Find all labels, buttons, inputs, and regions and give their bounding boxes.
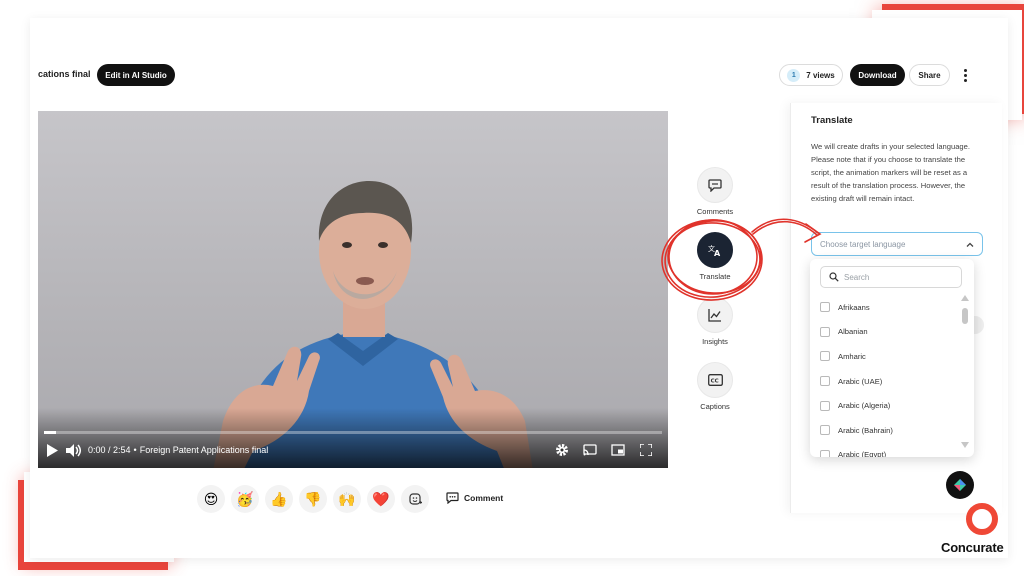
reactions-bar: 😍 🥳 👍 👎 🙌 ❤️	[197, 485, 429, 513]
translate-label: Translate	[699, 272, 731, 281]
language-option[interactable]: Arabic (Bahrain)	[820, 418, 958, 443]
comment-bubble-icon	[446, 492, 459, 504]
heart-icon[interactable]: ❤️	[367, 485, 395, 513]
video-progress-bar[interactable]	[44, 431, 662, 434]
chevron-up-icon	[966, 240, 974, 249]
views-badge: 1	[787, 68, 801, 82]
settings-gear-icon[interactable]	[554, 442, 570, 458]
cast-icon[interactable]	[582, 442, 598, 458]
comment-button[interactable]: Comment	[438, 485, 511, 511]
comments-label: Comments	[696, 207, 734, 216]
language-label: Arabic (Egypt)	[838, 450, 887, 457]
add-reaction-icon[interactable]	[401, 485, 429, 513]
video-progress-fill	[44, 431, 57, 434]
video-controls: 0:00 / 2:54 • Foreign Patent Application…	[44, 441, 660, 459]
target-language-placeholder: Choose target language	[820, 239, 906, 249]
thumbs-up-icon[interactable]: 👍	[265, 485, 293, 513]
search-placeholder: Search	[844, 272, 870, 282]
fullscreen-icon[interactable]	[638, 442, 654, 458]
video-title: cations final	[38, 69, 91, 79]
language-option[interactable]: Afrikaans	[820, 295, 958, 320]
language-label: Afrikaans	[838, 302, 870, 312]
language-dropdown: Search Afrikaans Albanian Amharic Arabic (U…	[810, 259, 974, 457]
language-option[interactable]: Arabic (Egypt)	[820, 443, 958, 457]
language-checkbox[interactable]	[820, 351, 830, 362]
captions-cc-icon: CC	[697, 362, 733, 398]
language-option[interactable]: Albanian	[820, 320, 958, 345]
language-checkbox[interactable]	[820, 400, 830, 411]
dropdown-scrollbar-thumb[interactable]	[962, 308, 968, 324]
thumbs-down-icon[interactable]: 👎	[299, 485, 327, 513]
raised-hands-icon[interactable]: 🙌	[333, 485, 361, 513]
language-label: Arabic (Bahrain)	[838, 425, 893, 435]
language-label: Arabic (Algeria)	[838, 401, 891, 411]
screenshot-stage: cations final Edit in AI Studio 1 7 view…	[0, 0, 1024, 576]
views-label: 7 views	[806, 70, 835, 80]
language-option[interactable]: Amharic	[820, 344, 958, 369]
scroll-up-arrow-icon[interactable]	[961, 295, 969, 301]
language-checkbox[interactable]	[820, 302, 830, 313]
share-button[interactable]: Share	[909, 64, 950, 86]
insights-label: Insights	[702, 337, 728, 346]
assistant-floating-button[interactable]	[946, 471, 974, 499]
insights-chart-icon	[697, 297, 733, 333]
target-language-select[interactable]: Choose target language	[811, 232, 983, 256]
language-label: Albanian	[838, 327, 868, 337]
captions-label: Captions	[700, 402, 730, 411]
play-icon[interactable]	[44, 442, 60, 458]
heart-eyes-icon[interactable]: 😍	[197, 485, 225, 513]
volume-icon[interactable]	[66, 442, 82, 458]
comments-action[interactable]: Comments	[690, 167, 740, 216]
insights-action[interactable]: Insights	[690, 297, 740, 346]
download-button[interactable]: Download	[850, 64, 905, 86]
language-checkbox[interactable]	[820, 425, 830, 436]
video-player[interactable]: 0:00 / 2:54 • Foreign Patent Application…	[38, 111, 668, 468]
language-label: Amharic	[838, 351, 866, 361]
picture-in-picture-icon[interactable]	[610, 442, 626, 458]
translate-action[interactable]: 文A Translate	[690, 232, 740, 281]
concurate-logo-ring	[966, 503, 998, 535]
brand-name: Concurate	[941, 540, 1004, 555]
search-icon	[829, 272, 839, 282]
more-options-icon[interactable]	[958, 66, 972, 84]
language-search-input[interactable]: Search	[820, 266, 962, 288]
comment-label: Comment	[464, 493, 504, 503]
gem-icon	[954, 479, 966, 491]
language-checkbox[interactable]	[820, 449, 830, 457]
video-controls-gradient	[38, 408, 668, 468]
translate-icon: 文A	[697, 232, 733, 268]
translate-panel-title: Translate	[811, 115, 853, 126]
svg-text:A: A	[714, 249, 721, 257]
language-checkbox[interactable]	[820, 326, 830, 337]
language-list: Afrikaans Albanian Amharic Arabic (UAE) Arab…	[820, 295, 958, 457]
scroll-down-arrow-icon[interactable]	[961, 442, 969, 448]
video-time: 0:00 / 2:54	[88, 445, 131, 455]
video-caption-title: Foreign Patent Applications final	[139, 445, 269, 455]
translate-panel-description: We will create drafts in your selected l…	[811, 142, 970, 203]
comments-icon	[697, 167, 733, 203]
language-label: Arabic (UAE)	[838, 376, 883, 386]
party-face-icon[interactable]: 🥳	[231, 485, 259, 513]
language-option[interactable]: Arabic (Algeria)	[820, 393, 958, 418]
captions-action[interactable]: CC Captions	[690, 362, 740, 411]
language-checkbox[interactable]	[820, 376, 830, 387]
video-separator: •	[133, 445, 137, 455]
language-option[interactable]: Arabic (UAE)	[820, 369, 958, 394]
views-button[interactable]: 1 7 views	[779, 64, 843, 86]
edit-in-ai-studio-button[interactable]: Edit in AI Studio	[97, 64, 175, 86]
svg-text:CC: CC	[710, 378, 718, 384]
